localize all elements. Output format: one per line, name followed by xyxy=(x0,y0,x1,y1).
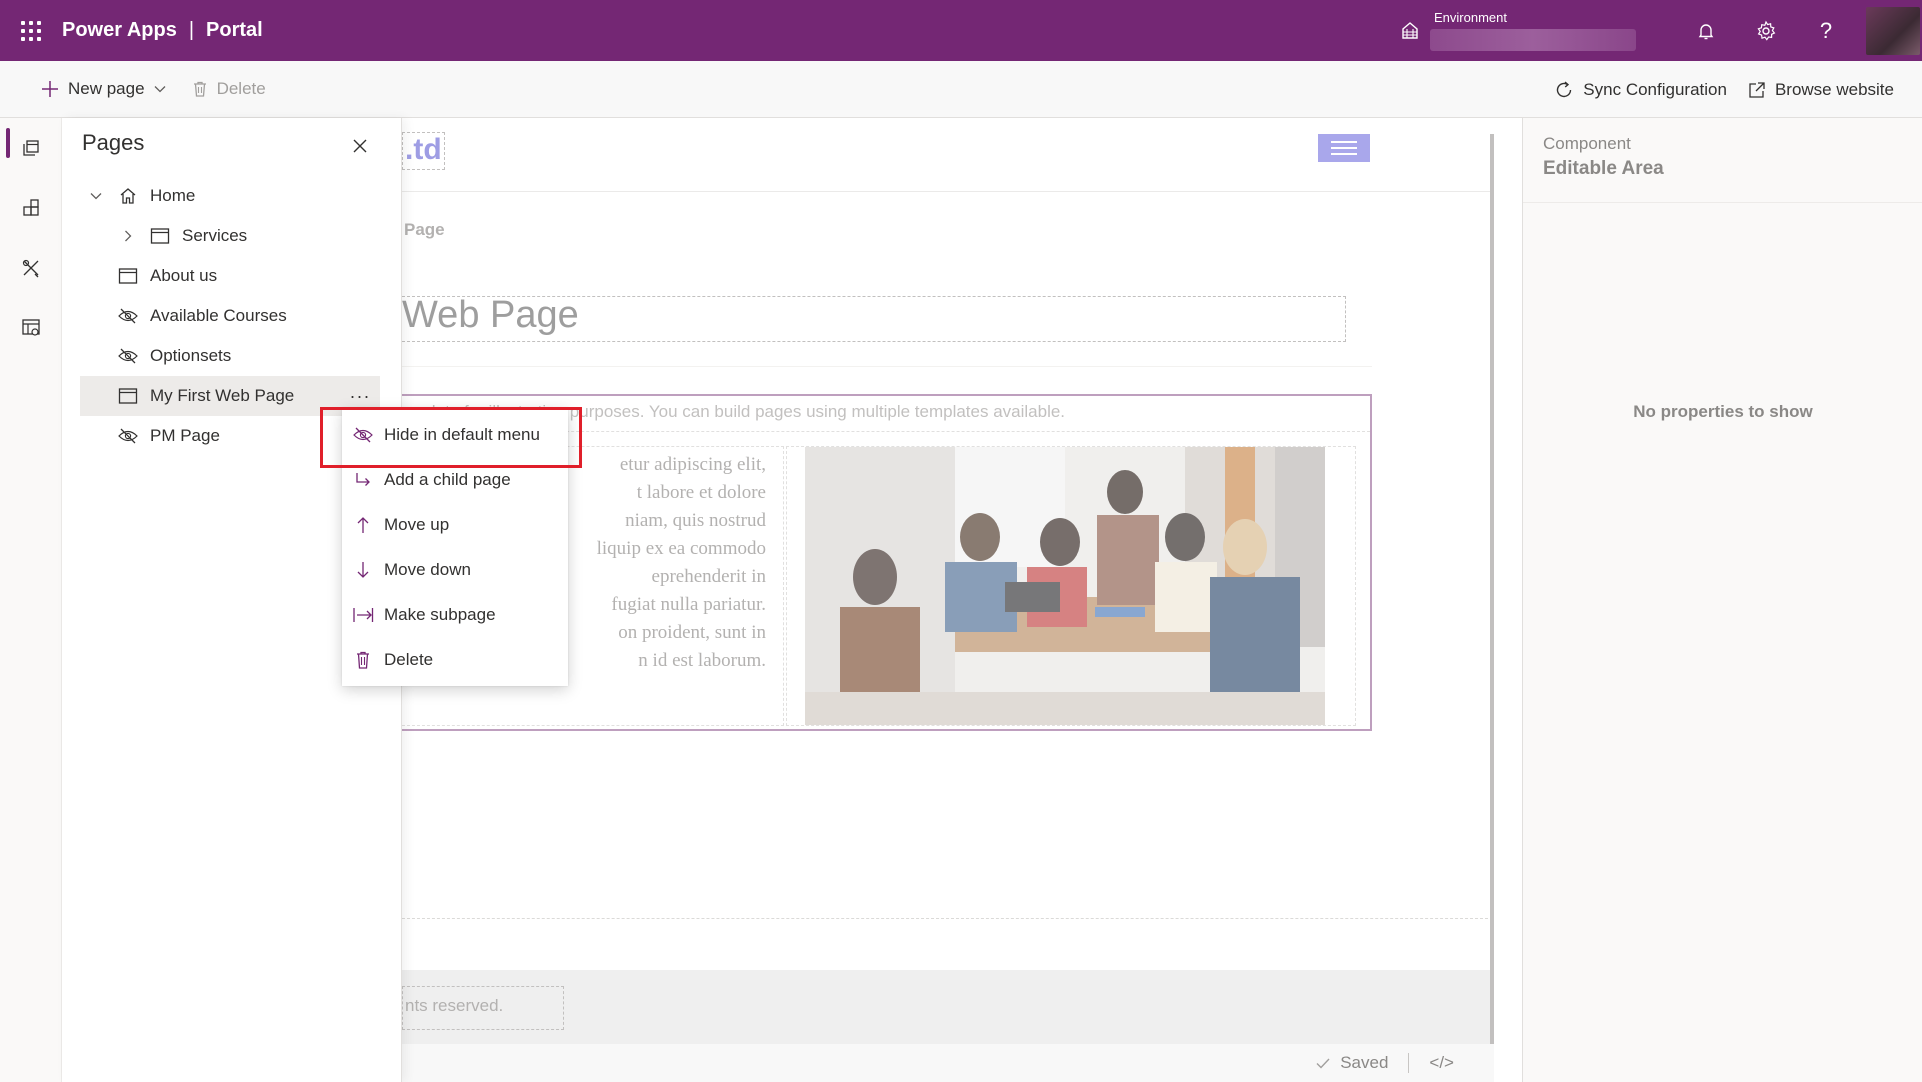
checkmark-icon xyxy=(1316,1058,1330,1069)
delete-button[interactable]: Delete xyxy=(181,61,276,118)
page-icon xyxy=(144,227,176,245)
menu-item-delete[interactable]: Delete xyxy=(342,637,568,682)
canvas-gutter xyxy=(1494,118,1522,1082)
tree-item-label: Services xyxy=(182,226,248,245)
hamburger-menu-button[interactable] xyxy=(1318,134,1370,162)
left-rail xyxy=(0,118,62,1082)
no-properties-message: No properties to show xyxy=(1633,402,1813,421)
tree-item-about-us[interactable]: About us xyxy=(80,256,380,296)
divider xyxy=(402,366,1372,367)
page-icon xyxy=(112,387,144,405)
page-title-box[interactable]: Web Page xyxy=(402,294,1346,342)
page-title: Web Page xyxy=(402,294,579,336)
tree-item-label: About us xyxy=(150,266,218,285)
app-area: Portal xyxy=(206,19,263,41)
tree-item-services[interactable]: Services xyxy=(80,216,380,256)
pages-panel-title: Pages xyxy=(82,130,145,155)
tree-item-label: Home xyxy=(150,186,196,205)
new-page-label: New page xyxy=(68,79,145,98)
app-header: Power Apps | Portal Environment ? xyxy=(0,0,1922,61)
rail-components-icon[interactable] xyxy=(0,178,62,238)
bell-icon[interactable] xyxy=(1676,0,1736,61)
properties-panel: Component Editable Area No properties to… xyxy=(1522,118,1922,1082)
arrow-up-icon xyxy=(350,515,376,535)
annotation-highlight-box xyxy=(320,407,582,468)
panel-divider xyxy=(1523,202,1922,203)
tree-item-optionsets[interactable]: Optionsets xyxy=(80,336,380,376)
arrow-down-icon xyxy=(350,560,376,580)
sync-icon xyxy=(1557,80,1572,97)
help-icon[interactable]: ? xyxy=(1796,0,1856,61)
hidden-icon xyxy=(112,308,144,324)
environment-icon[interactable] xyxy=(1390,0,1430,61)
hidden-icon xyxy=(112,428,144,444)
rail-templates-icon[interactable] xyxy=(0,298,62,358)
saved-status: Saved xyxy=(1340,1053,1389,1072)
breadcrumb[interactable]: Page xyxy=(404,220,445,240)
sync-configuration-button[interactable]: Sync Configuration xyxy=(1543,61,1737,118)
component-label: Component xyxy=(1543,134,1631,153)
menu-item-label: Make subpage xyxy=(384,604,496,624)
waffle-icon[interactable] xyxy=(0,0,62,61)
sync-label: Sync Configuration xyxy=(1583,79,1727,99)
chevron-down-icon[interactable] xyxy=(80,189,112,203)
image-column[interactable] xyxy=(786,446,1356,726)
command-bar: New page Delete Sync Configuration Brows… xyxy=(0,61,1922,118)
menu-item-label: Delete xyxy=(384,649,434,669)
child-arrow-icon xyxy=(350,471,376,489)
avatar[interactable] xyxy=(1866,6,1920,55)
menu-item-move-up[interactable]: Move up xyxy=(342,502,568,547)
rail-pages-icon[interactable] xyxy=(0,118,62,178)
app-brand: Power Apps | Portal xyxy=(62,19,263,42)
menu-item-label: Move up xyxy=(384,514,450,534)
browse-label: Browse website xyxy=(1774,79,1894,99)
chevron-right-icon[interactable] xyxy=(112,229,144,243)
home-icon xyxy=(112,186,144,206)
tree-item-label: My First Web Page xyxy=(150,386,295,405)
footer-divider xyxy=(402,918,1488,919)
students-photo[interactable] xyxy=(805,447,1325,725)
copyright-text[interactable]: nts reserved. xyxy=(402,986,564,1030)
rail-themes-icon[interactable] xyxy=(0,238,62,298)
tree-item-available-courses[interactable]: Available Courses xyxy=(80,296,380,336)
open-external-icon xyxy=(1749,81,1765,98)
page-icon xyxy=(112,267,144,285)
brand-separator: | xyxy=(188,19,195,41)
delete-label: Delete xyxy=(216,79,266,98)
menu-item-label: Add a child page xyxy=(384,469,511,489)
new-page-button[interactable]: New page xyxy=(30,61,177,118)
chevron-down-icon[interactable] xyxy=(153,82,167,96)
component-value: Editable Area xyxy=(1543,158,1664,179)
tree-item-home[interactable]: Home xyxy=(80,176,380,216)
code-editor-icon[interactable]: </> xyxy=(1429,1053,1454,1073)
trash-icon xyxy=(350,650,376,670)
site-logo[interactable]: .td xyxy=(402,132,445,170)
app-name[interactable]: Power Apps xyxy=(62,19,177,42)
gear-icon[interactable] xyxy=(1736,0,1796,61)
menu-item-label: Move down xyxy=(384,559,471,579)
status-divider xyxy=(1408,1053,1410,1073)
environment-picker[interactable]: Environment xyxy=(1430,10,1636,51)
trash-icon xyxy=(193,81,206,97)
indent-icon xyxy=(350,606,376,624)
menu-item-make-subpage[interactable]: Make subpage xyxy=(342,592,568,637)
help-glyph: ? xyxy=(1819,17,1833,43)
site-header: .td xyxy=(402,118,1494,192)
browse-website-button[interactable]: Browse website xyxy=(1737,61,1904,118)
close-icon[interactable] xyxy=(348,134,372,158)
tree-item-label: PM Page xyxy=(150,426,220,445)
tree-item-label: Optionsets xyxy=(150,346,232,365)
plus-icon xyxy=(42,81,58,97)
tree-item-label: Available Courses xyxy=(150,306,287,325)
status-bar: Saved </> xyxy=(402,1044,1494,1082)
menu-item-move-down[interactable]: Move down xyxy=(342,547,568,592)
environment-name-redacted xyxy=(1430,29,1636,51)
hidden-icon xyxy=(112,348,144,364)
environment-label: Environment xyxy=(1434,10,1507,25)
